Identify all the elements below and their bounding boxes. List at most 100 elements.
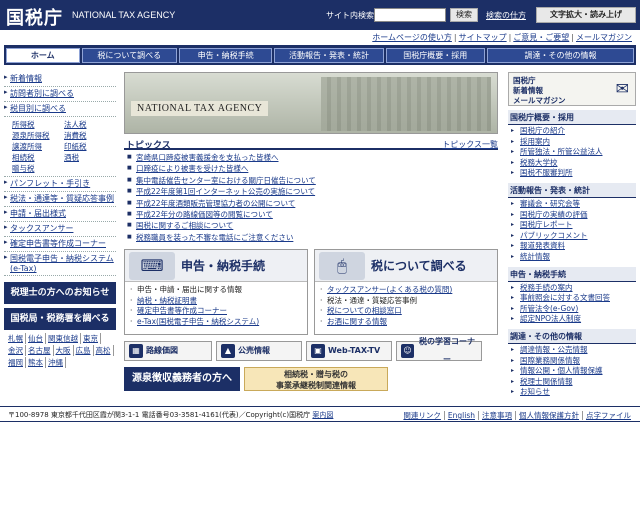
footer-notice-link[interactable]: 注意事項: [478, 411, 515, 420]
right-link[interactable]: 税務大学校: [520, 158, 558, 167]
nav-about[interactable]: 国税庁概要・採用: [385, 47, 485, 63]
topic-link[interactable]: 宮崎県口蹄疫被害義援金を支払った皆様へ: [136, 153, 279, 162]
right-link[interactable]: 採用案内: [520, 137, 550, 146]
right-link[interactable]: 事前照会に対する文書回答: [520, 293, 610, 302]
right-link[interactable]: 審議会・研究会等: [520, 199, 580, 208]
utility-mailmag-link[interactable]: メールマガジン: [576, 33, 632, 42]
left-item-pamphlets[interactable]: パンフレット・手引き: [4, 177, 116, 192]
mail-magazine-banner[interactable]: 国税庁 新着情報 メールマガジン ✉: [508, 72, 636, 106]
withholding-banner[interactable]: 源泉徴収義務者の方へ: [124, 367, 240, 392]
filing-link[interactable]: 納税・納税証明書: [137, 296, 197, 305]
filing-link[interactable]: 申告・申請・届出に関する情報: [137, 285, 242, 294]
nav-reports[interactable]: 活動報告・発表・統計: [274, 47, 384, 63]
nav-procurement[interactable]: 調達・その他の情報: [486, 47, 635, 63]
topic-link[interactable]: 平成22年分の路線価図等の閲覧について: [136, 210, 273, 219]
site-logo[interactable]: 国税庁: [6, 4, 63, 30]
utility-sitemap-link[interactable]: サイトマップ: [459, 33, 507, 42]
right-link[interactable]: 税理士関係情報: [520, 377, 573, 386]
filing-link[interactable]: 確定申告書等作成コーナー: [137, 306, 227, 315]
right-link[interactable]: 情報公開・個人情報保護: [520, 366, 603, 375]
topic-link[interactable]: 国税に関するご相談について: [136, 221, 233, 230]
utility-feedback-link[interactable]: ご意見・ご要望: [513, 33, 569, 42]
search-howto-link[interactable]: 検索の仕方: [486, 10, 526, 21]
right-link[interactable]: 認定NPO法人制度: [520, 314, 581, 323]
tax-accountant-notice-box[interactable]: 税理士の方へのお知らせ: [4, 282, 116, 304]
bureau-link[interactable]: 金沢: [6, 345, 26, 356]
learning-corner-button[interactable]: ☺ 税の学習コーナー: [396, 337, 482, 364]
search-input[interactable]: [374, 8, 446, 22]
filing-panel-title[interactable]: 申告・納税手続: [181, 257, 265, 274]
bureau-link[interactable]: 札幌: [6, 333, 26, 344]
tax-transfer[interactable]: 譲渡所得: [12, 141, 64, 152]
topic-link[interactable]: 平成22年度第1回インターネット公売の実施について: [136, 187, 315, 196]
nav-filing[interactable]: 申告・納税手続: [178, 47, 273, 63]
bureau-link[interactable]: 沖縄: [46, 357, 66, 368]
topic-link[interactable]: 税務職員を装った不審な電話にご注意ください: [136, 233, 293, 242]
topic-link[interactable]: 口蹄疫により被害を受けた皆様へ: [136, 164, 248, 173]
rosenka-button[interactable]: ▦ 路線価図: [124, 341, 212, 362]
right-link[interactable]: パブリックコメント: [520, 231, 588, 240]
tax-withholding[interactable]: 源泉所得税: [12, 130, 64, 141]
bureau-search-box[interactable]: 国税局・税務署を調べる: [4, 308, 116, 330]
succession-banner[interactable]: 相続税・贈与税の 事業承継税制関連情報: [244, 367, 388, 392]
webtaxtv-button[interactable]: ▣ Web-TAX-TV: [306, 341, 392, 362]
bureau-link[interactable]: 熊本: [26, 357, 46, 368]
filing-link[interactable]: e-Tax(国税電子申告・納税システム): [137, 317, 259, 326]
bureau-link[interactable]: 広島: [74, 345, 94, 356]
left-item-laws[interactable]: 税法・通達等・質疑応答事例: [4, 192, 116, 207]
tax-consumption[interactable]: 消費税: [64, 130, 116, 141]
auction-button[interactable]: ▲ 公売情報: [216, 341, 302, 362]
footer-braille-link[interactable]: 点字ファイル: [582, 411, 634, 420]
right-link[interactable]: お知らせ: [520, 387, 550, 396]
research-link[interactable]: タックスアンサー(よくある税の質問): [327, 285, 452, 294]
right-link[interactable]: 国税庁レポート: [520, 220, 573, 229]
bureau-link[interactable]: 大阪: [54, 345, 74, 356]
right-link[interactable]: 国際業務関係情報: [520, 356, 580, 365]
tax-gift[interactable]: 贈与税: [12, 163, 64, 174]
search-button[interactable]: 検索: [450, 8, 478, 22]
left-item-taxanswer[interactable]: タックスアンサー: [4, 222, 116, 237]
utility-howto-link[interactable]: ホームページの使い方: [372, 33, 452, 42]
bureau-link[interactable]: 仙台: [26, 333, 46, 344]
research-link[interactable]: お酒に関する情報: [327, 317, 387, 326]
tax-income[interactable]: 所得税: [12, 119, 64, 130]
right-link[interactable]: 国税庁の実績の評価: [520, 210, 588, 219]
footer-related-link[interactable]: 関連リンク: [400, 411, 444, 420]
bureau-link[interactable]: 福岡: [6, 357, 26, 368]
bureau-link[interactable]: 名古屋: [26, 345, 54, 356]
right-link[interactable]: 調達情報・公売情報: [520, 345, 588, 354]
nav-taxes[interactable]: 税について調べる: [81, 47, 177, 63]
nav-home[interactable]: ホーム: [6, 47, 80, 63]
research-panel-title[interactable]: 税について調べる: [371, 257, 467, 274]
research-link[interactable]: 税についての相談窓口: [327, 306, 402, 315]
right-link[interactable]: 報道発表資料: [520, 241, 565, 250]
site-footer: 〒100-8978 東京都千代田区霞が関3-1-1 電話番号03-3581-41…: [0, 406, 640, 422]
left-item-by-tax[interactable]: 税目別に調べる: [4, 102, 116, 117]
tax-corporate[interactable]: 法人税: [64, 119, 116, 130]
zoom-readaloud-button[interactable]: 文字拡大・読み上げ: [536, 7, 636, 23]
tax-inheritance[interactable]: 相続税: [12, 152, 64, 163]
bureau-link[interactable]: 関東信越: [46, 333, 81, 344]
bureau-link[interactable]: 東京: [81, 333, 101, 344]
footer-english-link[interactable]: English: [443, 411, 478, 420]
right-link[interactable]: 国税不服審判所: [520, 168, 573, 177]
right-link[interactable]: 所管法令(e-Gov): [520, 304, 578, 313]
tax-stamp[interactable]: 印紙税: [64, 141, 116, 152]
right-link[interactable]: 統計情報: [520, 252, 550, 261]
left-item-etax[interactable]: 国税電子申告・納税システム(e-Tax): [4, 252, 116, 276]
left-item-news[interactable]: 新着情報: [4, 72, 116, 87]
right-link[interactable]: 所管独法・所管公益法人: [520, 147, 603, 156]
topics-more-link[interactable]: トピックス一覧: [442, 139, 498, 150]
right-link[interactable]: 税務手続の案内: [520, 283, 573, 292]
bureau-link[interactable]: 高松: [94, 345, 114, 356]
topic-link[interactable]: 集中電話催告センター室における關庁日催告について: [136, 176, 316, 185]
research-link[interactable]: 税法・通達・質疑応答事例: [327, 296, 417, 305]
left-item-filing-corner[interactable]: 確定申告書等作成コーナー: [4, 237, 116, 252]
footer-map-link[interactable]: 案内図: [312, 411, 333, 419]
right-link[interactable]: 国税庁の紹介: [520, 126, 565, 135]
left-item-forms[interactable]: 申請・届出様式: [4, 207, 116, 222]
tax-liquor[interactable]: 酒税: [64, 152, 116, 163]
left-item-by-visitor[interactable]: 訪問者別に調べる: [4, 87, 116, 102]
topic-link[interactable]: 平成22年度酒類販売管理協力者の公開について: [136, 199, 295, 208]
footer-privacy-link[interactable]: 個人情報保護方針: [515, 411, 582, 420]
